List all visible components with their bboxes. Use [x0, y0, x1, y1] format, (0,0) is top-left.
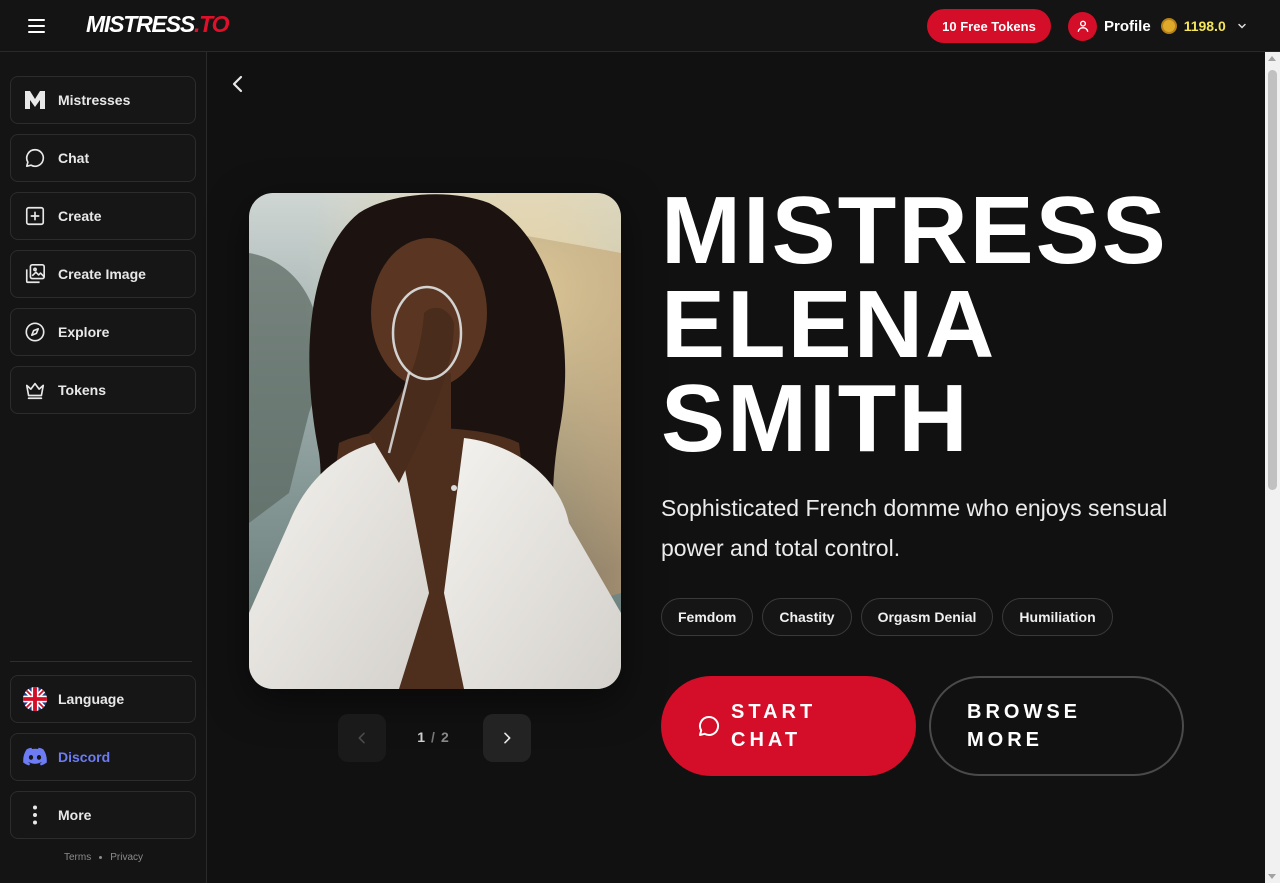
hamburger-menu-icon[interactable]: [20, 14, 52, 38]
sidebar-item-label: Explore: [58, 324, 110, 340]
start-chat-button[interactable]: START CHAT: [661, 676, 916, 776]
logo-text: MISTRESS: [86, 11, 195, 37]
tag-femdom[interactable]: Femdom: [661, 598, 754, 636]
page-scrollbar[interactable]: [1265, 52, 1280, 883]
privacy-link[interactable]: Privacy: [110, 852, 143, 863]
scrollbar-thumb[interactable]: [1268, 70, 1277, 490]
image-plus-icon: [23, 262, 47, 286]
footer-separator: [99, 856, 103, 859]
tag-humiliation[interactable]: Humiliation: [1002, 598, 1113, 636]
plus-square-icon: [23, 204, 47, 228]
compass-icon: [23, 320, 47, 344]
sidebar-item-tokens[interactable]: Tokens: [10, 366, 196, 414]
coin-icon: [1160, 18, 1177, 34]
persona-name: MISTRESS ELENA SMITH: [661, 177, 1168, 472]
sidebar-item-mistresses[interactable]: Mistresses: [10, 76, 196, 124]
crown-icon: [23, 378, 47, 402]
uk-flag-icon: [23, 687, 47, 711]
sidebar: Mistresses Chat Create Create Image Expl…: [0, 52, 207, 883]
gallery-page-indicator: 1/2: [398, 729, 470, 745]
main-content: 1/2 MISTRESS ELENA SMITH Sophisticated F…: [208, 52, 1265, 883]
more-vertical-icon: [23, 803, 47, 827]
sidebar-item-more[interactable]: More: [10, 791, 196, 839]
sidebar-item-label: More: [58, 807, 92, 823]
sidebar-item-explore[interactable]: Explore: [10, 308, 196, 356]
token-balance: 1198.0: [1183, 18, 1226, 34]
chevron-left-icon: [358, 732, 365, 744]
back-arrow-icon[interactable]: [226, 72, 250, 96]
logo-accent: .TO: [193, 11, 230, 37]
user-icon: [1068, 11, 1097, 41]
discord-icon: [23, 745, 47, 769]
browse-more-label: BROWSE MORE: [967, 701, 1081, 751]
start-chat-label: START CHAT: [731, 701, 817, 751]
site-logo[interactable]: MISTRESS.TO: [86, 11, 230, 38]
chevron-down-icon: [1236, 20, 1248, 32]
m-logo-icon: [23, 88, 47, 112]
scroll-down-arrow-icon[interactable]: [1268, 874, 1276, 879]
persona-portrait-image[interactable]: [249, 193, 621, 689]
sidebar-item-label: Chat: [58, 150, 90, 166]
sidebar-item-label: Tokens: [58, 382, 106, 398]
sidebar-item-create[interactable]: Create: [10, 192, 196, 240]
sidebar-item-label: Create: [58, 208, 102, 224]
scroll-up-arrow-icon[interactable]: [1268, 56, 1276, 61]
chat-bubble-icon: [23, 146, 47, 170]
tag-chastity[interactable]: Chastity: [762, 598, 852, 636]
chat-bubble-icon: [699, 715, 720, 736]
chevron-right-icon: [504, 732, 511, 744]
gallery-separator: /: [431, 729, 437, 745]
gallery-prev-button[interactable]: [338, 714, 386, 762]
tag-orgasm-denial[interactable]: Orgasm Denial: [860, 598, 994, 636]
sidebar-item-label: Discord: [58, 749, 111, 765]
top-bar: MISTRESS.TO 10 Free Tokens Profile 1198.…: [0, 0, 1280, 52]
terms-link[interactable]: Terms: [64, 852, 91, 863]
gallery-total-pages: 2: [440, 729, 451, 745]
browse-more-button[interactable]: BROWSE MORE: [929, 676, 1184, 776]
profile-label: Profile: [1104, 17, 1151, 35]
sidebar-item-label: Create Image: [58, 266, 146, 282]
profile-menu[interactable]: Profile 1198.0: [1068, 11, 1248, 41]
sidebar-item-discord[interactable]: Discord: [10, 733, 196, 781]
free-tokens-button[interactable]: 10 Free Tokens: [927, 9, 1051, 43]
sidebar-item-create-image[interactable]: Create Image: [10, 250, 196, 298]
sidebar-divider: [10, 661, 192, 662]
gallery-next-button[interactable]: [483, 714, 531, 762]
persona-tags: Femdom Chastity Orgasm Denial Humiliatio…: [661, 598, 1113, 636]
sidebar-item-label: Mistresses: [58, 92, 131, 108]
sidebar-footer: Terms Privacy: [0, 852, 207, 863]
sidebar-item-label: Language: [58, 691, 125, 707]
persona-description: Sophisticated French domme who enjoys se…: [661, 495, 1168, 561]
sidebar-item-language[interactable]: Language: [10, 675, 196, 723]
sidebar-item-chat[interactable]: Chat: [10, 134, 196, 182]
gallery-current-page: 1: [417, 729, 428, 745]
